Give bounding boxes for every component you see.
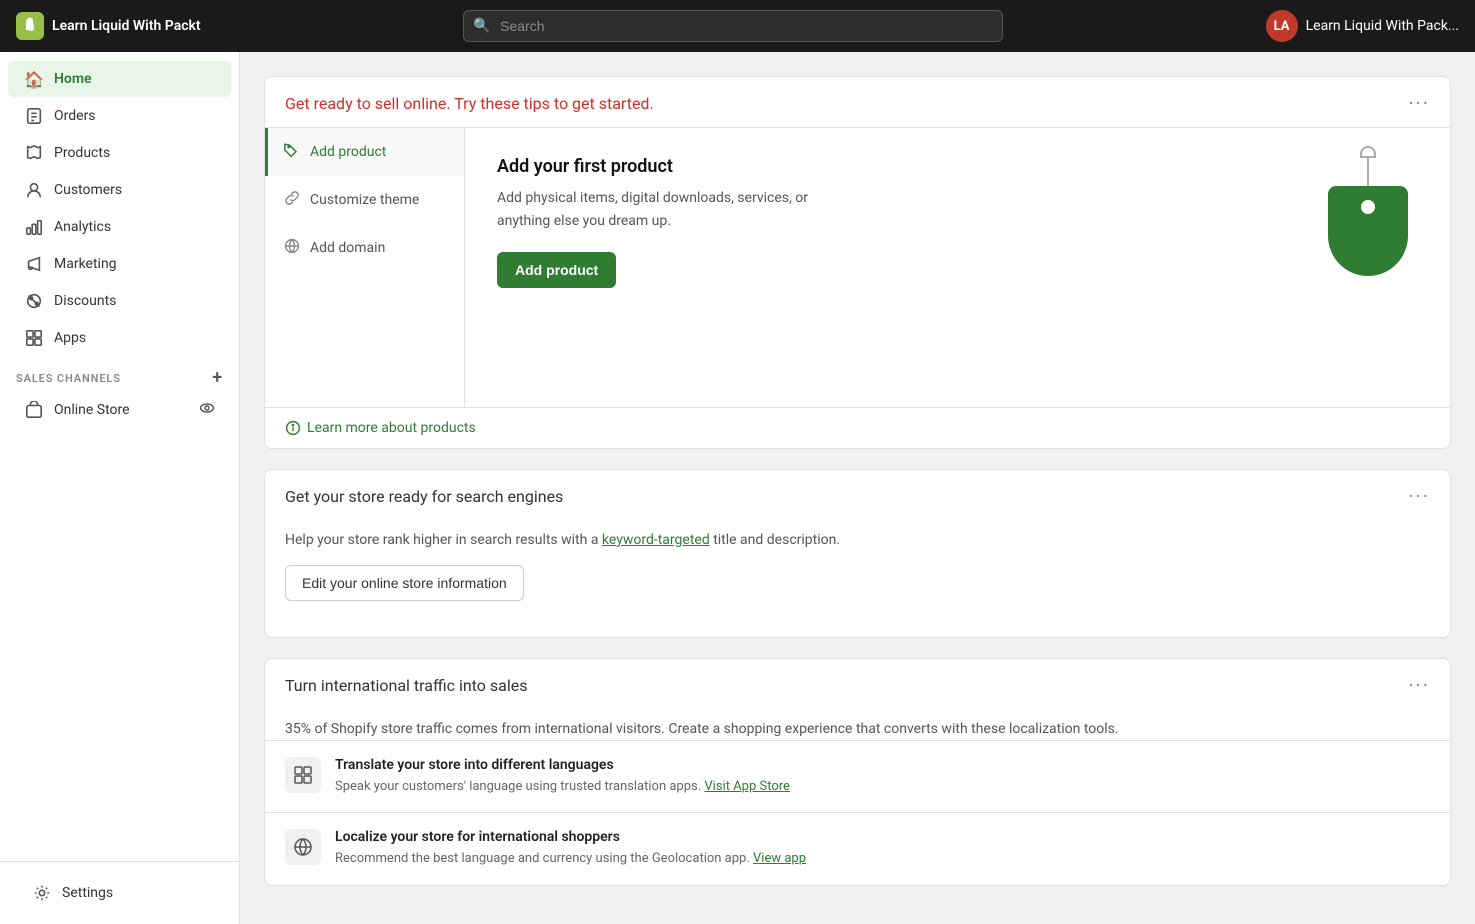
tips-card: Get ready to sell online. Try these tips…	[264, 76, 1451, 449]
tag-string	[1367, 158, 1369, 188]
tag-hole	[1361, 200, 1375, 214]
international-card: Turn international traffic into sales ··…	[264, 658, 1451, 886]
search-engine-card-title: Get your store ready for search engines	[285, 486, 563, 508]
globe-icon	[284, 238, 300, 258]
sales-channels-section: SALES CHANNELS +	[0, 357, 239, 391]
add-product-cta-button[interactable]: Add product	[497, 252, 616, 288]
tips-content: Add your first product Add physical item…	[465, 128, 1450, 407]
tip-item-add-product[interactable]: Add product	[265, 128, 464, 176]
marketing-icon	[24, 254, 44, 274]
link-icon	[284, 190, 300, 210]
orders-icon	[24, 106, 44, 126]
localize-text: Localize your store for international sh…	[335, 829, 806, 869]
tag-shape	[1328, 186, 1408, 276]
localize-item: Localize your store for international sh…	[265, 812, 1450, 885]
international-card-title: Turn international traffic into sales	[285, 675, 527, 697]
tips-card-more-button[interactable]: ···	[1408, 93, 1430, 113]
tag-icon	[284, 142, 300, 162]
search-engine-card-body: Help your store rank higher in search re…	[265, 521, 1450, 621]
sidebar-item-customers[interactable]: Customers	[8, 172, 231, 208]
customers-icon	[24, 180, 44, 200]
international-card-more-button[interactable]: ···	[1408, 675, 1430, 695]
user-name: Learn Liquid With Pack...	[1306, 18, 1459, 34]
main-content: Get ready to sell online. Try these tips…	[240, 52, 1475, 924]
app-store-link[interactable]: Visit App Store	[704, 779, 790, 794]
international-card-body: 35% of Shopify store traffic comes from …	[265, 710, 1450, 740]
learn-more-link[interactable]: Learn more about products	[285, 420, 1430, 436]
search-engine-card-header: Get your store ready for search engines …	[265, 470, 1450, 520]
active-tip-title: Add your first product	[497, 156, 817, 177]
store-logo: Learn Liquid With Packt	[16, 12, 201, 40]
sidebar-item-orders[interactable]: Orders	[8, 98, 231, 134]
sidebar-item-analytics[interactable]: Analytics	[8, 209, 231, 245]
online-store-icon	[24, 400, 44, 420]
international-description: 35% of Shopify store traffic comes from …	[285, 718, 1430, 740]
translate-item: Translate your store into different lang…	[265, 740, 1450, 813]
tips-text: Add your first product Add physical item…	[497, 156, 817, 288]
settings-icon	[32, 883, 52, 903]
topbar: Learn Liquid With Packt 🔍 LA Learn Liqui…	[0, 0, 1475, 52]
home-icon: 🏠	[24, 69, 44, 89]
keyword-link[interactable]: keyword-targeted	[602, 532, 710, 548]
search-icon: 🔍	[473, 18, 490, 34]
active-tip-description: Add physical items, digital downloads, s…	[497, 187, 817, 232]
search-engine-description: Help your store rank higher in search re…	[285, 529, 1430, 551]
sidebar-item-marketing[interactable]: Marketing	[8, 246, 231, 282]
sidebar: 🏠 Home Orders Products Customers	[0, 52, 240, 924]
tag-hook	[1360, 146, 1376, 158]
add-sales-channel-button[interactable]: +	[212, 369, 223, 387]
tips-footer: Learn more about products	[265, 407, 1450, 448]
translate-text: Translate your store into different lang…	[335, 757, 790, 797]
edit-store-info-button[interactable]: Edit your online store information	[285, 565, 524, 601]
sidebar-item-settings[interactable]: Settings	[16, 875, 223, 911]
localize-icon	[285, 829, 321, 865]
sidebar-item-discounts[interactable]: Discounts	[8, 283, 231, 319]
sidebar-item-home[interactable]: 🏠 Home	[8, 61, 231, 97]
search-bar[interactable]: 🔍	[463, 10, 1003, 42]
apps-icon	[24, 328, 44, 348]
tips-card-title: Get ready to sell online. Try these tips…	[285, 93, 654, 115]
tips-card-header: Get ready to sell online. Try these tips…	[265, 77, 1450, 127]
sidebar-bottom: Settings	[0, 861, 239, 924]
search-engine-card-more-button[interactable]: ···	[1408, 486, 1430, 506]
search-input[interactable]	[463, 10, 1003, 42]
products-icon	[24, 143, 44, 163]
avatar: LA	[1266, 10, 1298, 42]
international-card-header: Turn international traffic into sales ··…	[265, 659, 1450, 709]
sidebar-item-products[interactable]: Products	[8, 135, 231, 171]
geolocation-link[interactable]: View app	[753, 851, 806, 866]
tip-item-customize-theme[interactable]: Customize theme	[265, 176, 464, 224]
sidebar-item-online-store[interactable]: Online Store	[8, 392, 231, 428]
tips-sidebar: Add product Customize theme Add domain	[265, 128, 465, 407]
topbar-right: LA Learn Liquid With Pack...	[1266, 10, 1459, 42]
translate-icon	[285, 757, 321, 793]
tip-item-add-domain[interactable]: Add domain	[265, 224, 464, 272]
product-tag-illustration	[1318, 156, 1418, 276]
discounts-icon	[24, 291, 44, 311]
eye-icon[interactable]	[199, 400, 215, 420]
tips-body: Add product Customize theme Add domain	[265, 127, 1450, 407]
store-name: Learn Liquid With Packt	[52, 18, 201, 34]
sidebar-nav: 🏠 Home Orders Products Customers	[0, 52, 239, 861]
shopify-icon	[16, 12, 44, 40]
search-engine-card: Get your store ready for search engines …	[264, 469, 1451, 638]
analytics-icon	[24, 217, 44, 237]
sidebar-item-apps[interactable]: Apps	[8, 320, 231, 356]
info-icon	[285, 420, 301, 436]
